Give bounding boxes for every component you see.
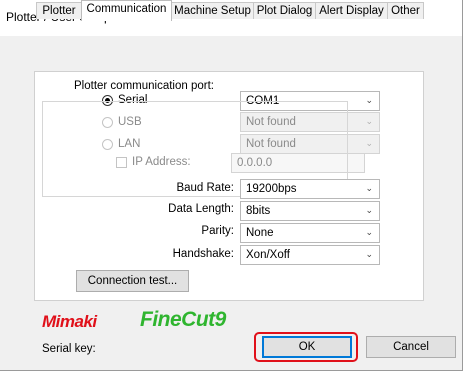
data-length-value: 8bits — [246, 205, 271, 217]
parity-select[interactable]: None ⌄ — [240, 223, 380, 243]
tab-machine-setup[interactable]: Machine Setup — [171, 2, 254, 19]
data-length-label: Data Length: — [168, 203, 234, 215]
parity-label: Parity: — [201, 225, 234, 237]
baud-rate-value: 19200bps — [246, 183, 297, 195]
cancel-button[interactable]: Cancel — [366, 336, 456, 358]
handshake-label: Handshake: — [172, 248, 234, 260]
finecut-logo: FineCut9 — [140, 308, 226, 331]
baud-rate-label: Baud Rate: — [176, 182, 234, 194]
chevron-down-icon: ⌄ — [365, 95, 373, 105]
handshake-select[interactable]: Xon/Xoff ⌄ — [240, 245, 380, 265]
tab-other[interactable]: Other — [387, 2, 424, 19]
connection-test-button[interactable]: Connection test... — [76, 270, 189, 292]
chevron-down-icon: ⌄ — [365, 183, 373, 193]
handshake-value: Xon/Xoff — [246, 249, 290, 261]
chevron-down-icon: ⌄ — [365, 227, 373, 237]
chevron-down-icon: ⌄ — [365, 116, 373, 126]
tab-alert-display[interactable]: Alert Display — [315, 2, 388, 19]
chevron-down-icon: ⌄ — [365, 205, 373, 215]
mimaki-logo: Mimaki — [42, 312, 97, 331]
tab-communication[interactable]: Communication — [81, 0, 172, 21]
parity-value: None — [246, 227, 274, 239]
ok-button[interactable]: OK — [262, 336, 352, 358]
tab-plot-dialog[interactable]: Plot Dialog — [253, 2, 316, 19]
data-length-select[interactable]: 8bits ⌄ — [240, 201, 380, 221]
serial-key-label: Serial key: — [42, 343, 96, 355]
chevron-down-icon: ⌄ — [365, 138, 373, 148]
chevron-down-icon: ⌄ — [365, 249, 373, 259]
port-heading: Plotter communication port: — [74, 80, 214, 92]
baud-rate-select[interactable]: 19200bps ⌄ — [240, 179, 380, 199]
tab-plotter[interactable]: Plotter — [36, 2, 82, 19]
